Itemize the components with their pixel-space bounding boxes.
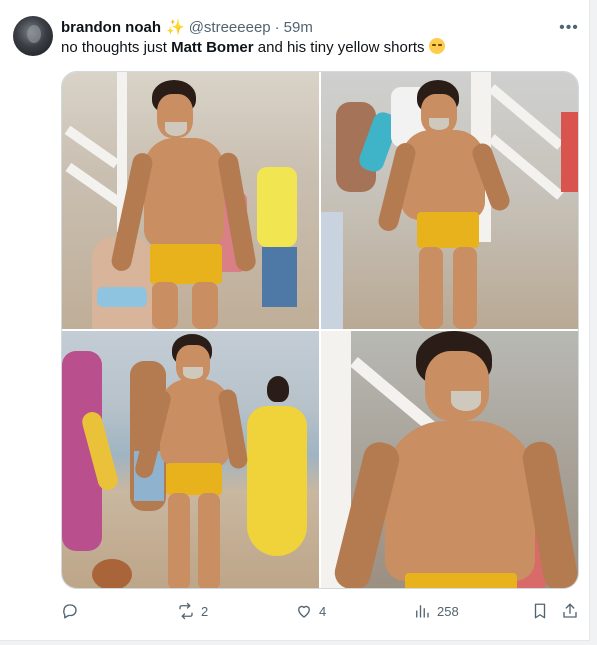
retweet-button[interactable]: 2 bbox=[177, 601, 208, 621]
bookmark-button[interactable] bbox=[531, 601, 549, 621]
media-grid bbox=[61, 71, 579, 589]
retweet-icon bbox=[179, 602, 193, 620]
more-options-button[interactable]: ••• bbox=[557, 16, 581, 40]
share-icon bbox=[563, 603, 577, 618]
tweet-text: no thoughts just Matt Bomer and his tiny… bbox=[61, 38, 445, 58]
display-name[interactable]: brandon noah bbox=[61, 19, 161, 36]
more-horizontal-icon: ••• bbox=[559, 19, 579, 36]
views-count: 258 bbox=[437, 603, 459, 619]
photo-1[interactable] bbox=[62, 72, 319, 329]
avatar[interactable] bbox=[13, 16, 53, 56]
like-count: 4 bbox=[319, 603, 327, 619]
share-button[interactable] bbox=[561, 601, 579, 621]
tweet-text-bold: Matt Bomer bbox=[171, 39, 254, 56]
sparkle-emoji: ✨ bbox=[166, 19, 185, 36]
tweet-card[interactable]: brandon noah ✨ @streeeeep · 59m ••• no t… bbox=[0, 0, 590, 641]
heart-icon bbox=[298, 605, 310, 618]
action-bar: 2 4 258 bbox=[61, 601, 579, 621]
reply-button[interactable] bbox=[61, 601, 85, 621]
tweet-text-before: no thoughts just bbox=[61, 39, 172, 56]
bookmark-icon bbox=[534, 603, 546, 619]
timestamp[interactable]: 59m bbox=[284, 19, 313, 36]
reply-icon bbox=[63, 604, 77, 619]
views-chart-icon bbox=[416, 605, 429, 618]
user-handle[interactable]: @streeeeep bbox=[189, 19, 271, 36]
photo-4[interactable] bbox=[321, 331, 578, 588]
separator-dot: · bbox=[274, 18, 280, 36]
tweet-text-after: and his tiny yellow shorts bbox=[253, 39, 429, 56]
views-button[interactable]: 258 bbox=[413, 601, 459, 621]
photo-3[interactable] bbox=[62, 331, 319, 588]
like-button[interactable]: 4 bbox=[295, 601, 326, 621]
relieved-face-emoji-icon bbox=[428, 38, 445, 54]
retweet-count: 2 bbox=[201, 603, 209, 619]
tweet-header: brandon noah ✨ @streeeeep · 59m bbox=[61, 17, 313, 37]
photo-2[interactable] bbox=[321, 72, 578, 329]
